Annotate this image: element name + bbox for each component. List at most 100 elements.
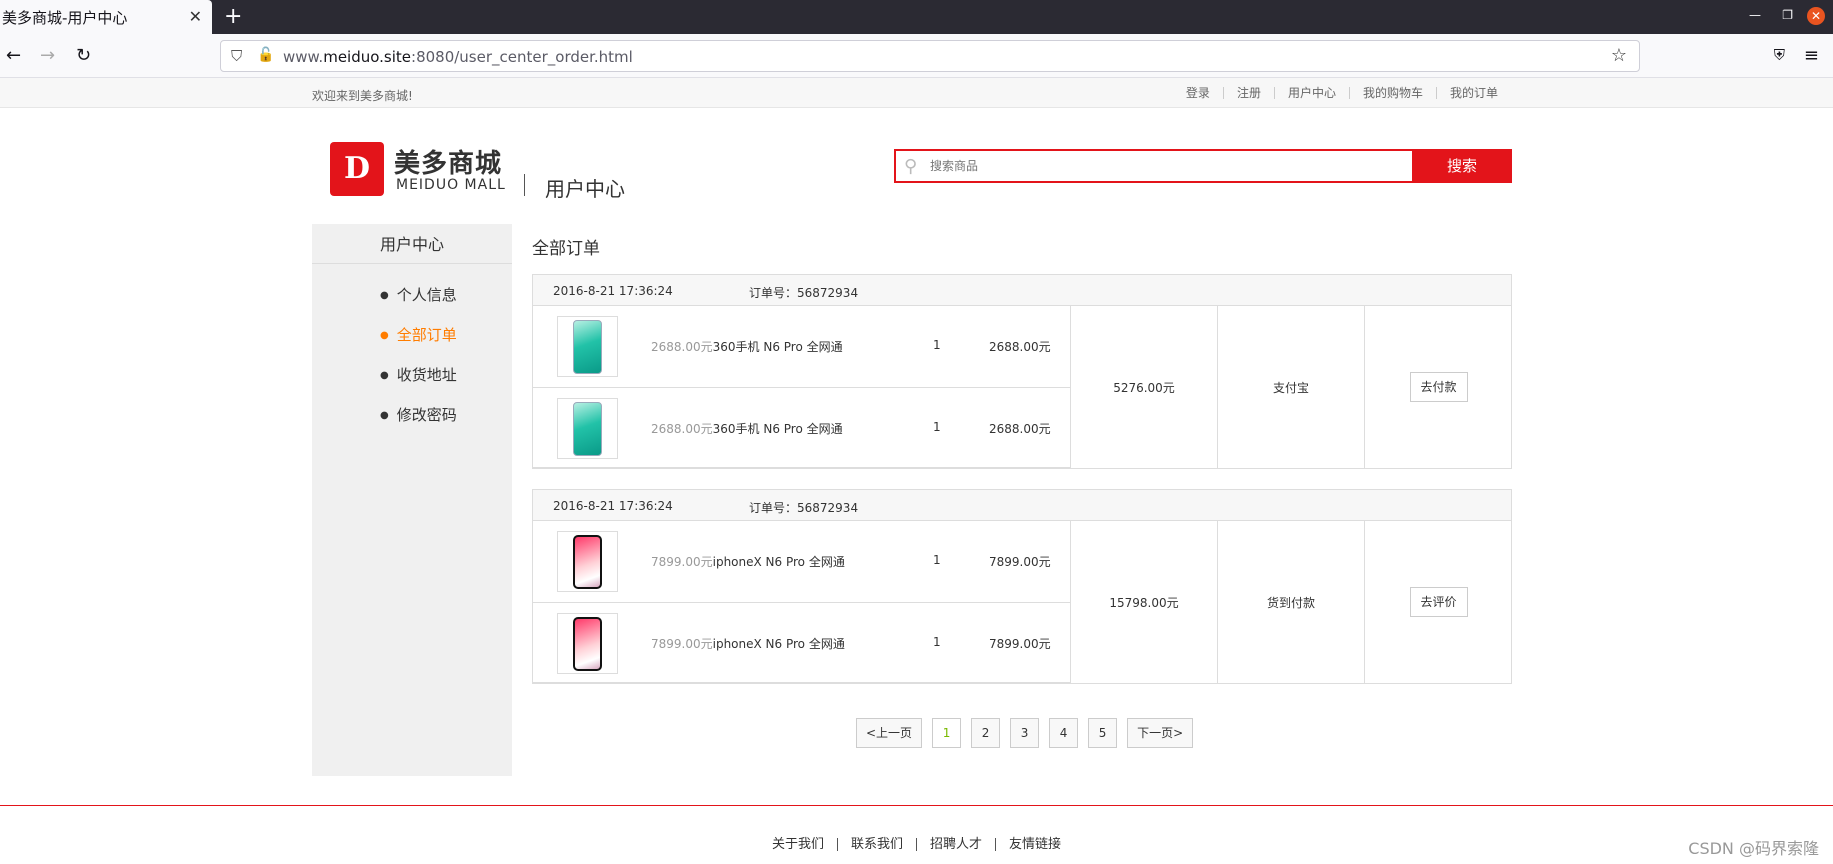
- goods-total: 7899.00元: [989, 555, 1051, 569]
- sidebar-item-profile[interactable]: ● 个人信息: [380, 284, 457, 305]
- forward-icon[interactable]: →: [40, 45, 55, 66]
- order-amount: 15798.00元: [1071, 521, 1218, 683]
- window-close-icon[interactable]: ✕: [1807, 7, 1825, 25]
- next-page-button[interactable]: 下一页>: [1127, 718, 1194, 748]
- bookmark-star-icon[interactable]: ☆: [1611, 45, 1627, 66]
- minimize-icon[interactable]: —: [1749, 8, 1761, 22]
- goods-image[interactable]: [557, 613, 618, 674]
- goods-total: 2688.00元: [989, 422, 1051, 436]
- phone-image-icon: [573, 320, 602, 374]
- goods-count: 1: [933, 553, 941, 567]
- page-button-1[interactable]: 1: [932, 718, 962, 748]
- order-time: 2016-8-21 17:36:24: [553, 499, 673, 513]
- insecure-lock-icon[interactable]: 🔓: [257, 47, 274, 63]
- goods-count: 1: [933, 420, 941, 434]
- goods-name[interactable]: 2688.00元360手机 N6 Pro 全网通: [651, 420, 843, 437]
- order-payment: 支付宝: [1218, 306, 1365, 468]
- goods-name[interactable]: 7899.00元iphoneX N6 Pro 全网通: [651, 553, 845, 570]
- goods-total: 7899.00元: [989, 637, 1051, 651]
- user-sidebar: 用户中心 ● 个人信息 ● 全部订单 ● 收货地址 ● 修改密码: [312, 224, 512, 776]
- new-tab-icon[interactable]: +: [224, 4, 242, 29]
- footer-divider: [0, 805, 1833, 806]
- search-button[interactable]: 搜索: [1412, 149, 1512, 183]
- order-goods-row: 7899.00元iphoneX N6 Pro 全网通 1 7899.00元: [533, 521, 1071, 602]
- order-action-cell: 去评价: [1365, 521, 1512, 683]
- order-card: 2016-8-21 17:36:24 订单号：56872934 7899.00元…: [532, 489, 1512, 684]
- phone-image-icon: [573, 535, 602, 589]
- cart-link[interactable]: 我的购物车: [1348, 87, 1436, 99]
- logo-text-en: MEIDUO MALL: [396, 177, 506, 193]
- page-subtitle: 用户中心: [545, 177, 625, 201]
- order-payment: 货到付款: [1218, 521, 1365, 683]
- browser-tab[interactable]: 美多商城-用户中心 ✕: [0, 0, 212, 34]
- pocket-icon[interactable]: ⛨: [1774, 46, 1785, 64]
- bullet-icon: ●: [380, 410, 389, 421]
- prev-page-button[interactable]: <上一页: [856, 718, 923, 748]
- order-number: 订单号：56872934: [749, 286, 859, 300]
- reload-icon[interactable]: ↻: [76, 45, 91, 66]
- logo-divider: [524, 174, 525, 196]
- order-number: 订单号：56872934: [749, 501, 859, 515]
- bullet-icon: ●: [380, 330, 389, 341]
- shield-icon[interactable]: ⛉: [231, 47, 242, 65]
- page-button-2[interactable]: 2: [971, 718, 1001, 748]
- restore-icon[interactable]: ❐: [1782, 8, 1793, 22]
- search-icon: ⚲: [904, 156, 918, 177]
- footer-link-jobs[interactable]: 招聘人才: [916, 838, 995, 851]
- goods-image[interactable]: [557, 316, 618, 377]
- site-topbar: 欢迎来到美多商城! 登录 注册 用户中心 我的购物车 我的订单: [0, 78, 1833, 108]
- sidebar-title: 用户中心: [312, 224, 512, 264]
- tab-close-icon[interactable]: ✕: [189, 7, 202, 26]
- order-goods-row: 2688.00元360手机 N6 Pro 全网通 1 2688.00元: [533, 306, 1071, 387]
- goods-image[interactable]: [557, 531, 618, 592]
- pay-button[interactable]: 去付款: [1409, 372, 1468, 402]
- order-header: 2016-8-21 17:36:24 订单号：56872934: [533, 490, 1511, 521]
- login-link[interactable]: 登录: [1173, 87, 1223, 99]
- footer-link-friends[interactable]: 友情链接: [995, 838, 1074, 851]
- page-button-5[interactable]: 5: [1088, 718, 1118, 748]
- logo-text-cn[interactable]: 美多商城: [394, 143, 502, 180]
- footer-link-contact[interactable]: 联系我们: [836, 838, 916, 851]
- order-header: 2016-8-21 17:36:24 订单号：56872934: [533, 275, 1511, 306]
- phone-image-icon: [573, 402, 602, 456]
- footer-link-about[interactable]: 关于我们: [759, 838, 837, 851]
- browser-navbar: ← → ↻ ⛉ 🔓 www.meiduo.site:8080/user_cent…: [0, 34, 1833, 78]
- watermark-text: CSDN @码界索隆: [1688, 839, 1819, 858]
- goods-count: 1: [933, 635, 941, 649]
- welcome-text: 欢迎来到美多商城!: [312, 89, 413, 103]
- bullet-icon: ●: [380, 370, 389, 381]
- url-text[interactable]: www.meiduo.site:8080/user_center_order.h…: [283, 48, 633, 66]
- bullet-icon: ●: [380, 290, 389, 301]
- phone-image-icon: [573, 617, 602, 671]
- back-icon[interactable]: ←: [6, 45, 21, 66]
- goods-total: 2688.00元: [989, 340, 1051, 354]
- review-button[interactable]: 去评价: [1409, 587, 1468, 617]
- sidebar-item-orders[interactable]: ● 全部订单: [380, 324, 457, 345]
- register-link[interactable]: 注册: [1222, 87, 1274, 99]
- address-bar[interactable]: ⛉ 🔓 www.meiduo.site:8080/user_center_ord…: [220, 40, 1640, 72]
- search-input[interactable]: [930, 151, 1430, 181]
- goods-count: 1: [933, 338, 941, 352]
- order-action-cell: 去付款: [1365, 306, 1512, 468]
- my-orders-link[interactable]: 我的订单: [1435, 87, 1511, 99]
- goods-name[interactable]: 2688.00元360手机 N6 Pro 全网通: [651, 338, 843, 355]
- order-body: 7899.00元iphoneX N6 Pro 全网通 1 7899.00元 78…: [533, 521, 1511, 683]
- order-body: 2688.00元360手机 N6 Pro 全网通 1 2688.00元 2688…: [533, 306, 1511, 468]
- menu-icon[interactable]: ≡: [1804, 45, 1819, 66]
- goods-image[interactable]: [557, 398, 618, 459]
- order-goods-row: 7899.00元iphoneX N6 Pro 全网通 1 7899.00元: [533, 602, 1071, 683]
- footer-links: 关于我们 联系我们 招聘人才 友情链接: [0, 838, 1833, 851]
- sidebar-item-address[interactable]: ● 收货地址: [380, 364, 457, 385]
- pagination: <上一页 1 2 3 4 5 下一页>: [856, 718, 1203, 748]
- order-goods-row: 2688.00元360手机 N6 Pro 全网通 1 2688.00元: [533, 387, 1071, 468]
- user-center-link[interactable]: 用户中心: [1273, 87, 1349, 99]
- logo-icon[interactable]: D: [330, 142, 384, 196]
- page-button-4[interactable]: 4: [1049, 718, 1079, 748]
- goods-name[interactable]: 7899.00元iphoneX N6 Pro 全网通: [651, 635, 845, 652]
- order-card: 2016-8-21 17:36:24 订单号：56872934 2688.00元…: [532, 274, 1512, 469]
- browser-tabbar: 美多商城-用户中心 ✕ + — ❐ ✕: [0, 0, 1833, 34]
- page-button-3[interactable]: 3: [1010, 718, 1040, 748]
- order-time: 2016-8-21 17:36:24: [553, 284, 673, 298]
- sidebar-item-password[interactable]: ● 修改密码: [380, 404, 457, 425]
- order-amount: 5276.00元: [1071, 306, 1218, 468]
